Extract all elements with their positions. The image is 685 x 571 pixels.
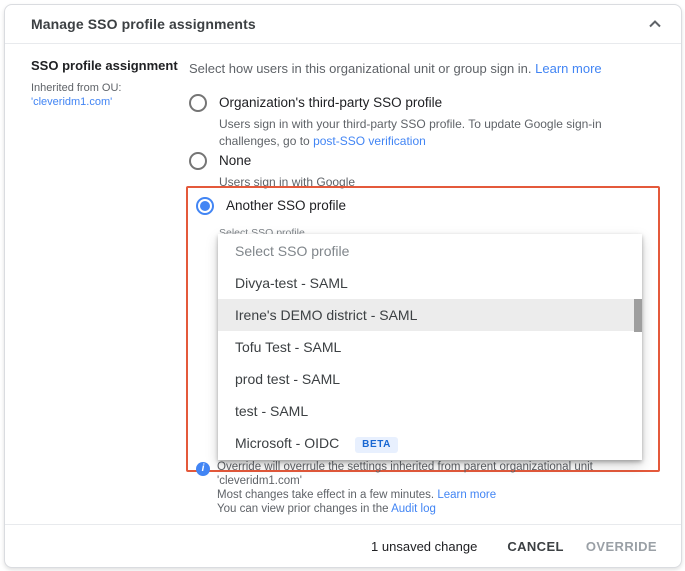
dropdown-item-highlighted[interactable]: Irene's DEMO district - SAML — [218, 299, 642, 331]
dropdown-item-placeholder[interactable]: Select SSO profile — [218, 235, 642, 267]
option-text: Organization's third-party SSO profile U… — [219, 94, 661, 150]
radio-selected-icon[interactable] — [196, 197, 214, 215]
sso-profile-dropdown: Select SSO profile Divya-test - SAML Ire… — [218, 234, 642, 460]
audit-log-link[interactable]: Audit log — [391, 503, 436, 515]
radio-option-another-sso[interactable]: Another SSO profile — [196, 197, 346, 215]
info-line-audit: You can view prior changes in the Audit … — [217, 502, 665, 516]
learn-more-link[interactable]: Learn more — [535, 61, 601, 76]
dropdown-item[interactable]: Tofu Test - SAML — [218, 331, 642, 363]
radio-unselected-icon[interactable] — [189, 94, 207, 112]
dropdown-item-label: Microsoft - OIDC — [235, 435, 340, 451]
intro-sentence: Select how users in this organizational … — [189, 61, 532, 76]
manage-sso-panel: Manage SSO profile assignments SSO profi… — [4, 4, 682, 568]
radio-option-org-sso[interactable]: Organization's third-party SSO profile U… — [189, 94, 664, 150]
info-line-override: Override will overrule the settings inhe… — [217, 461, 593, 487]
option-label: None — [219, 153, 252, 168]
collapse-button[interactable] — [643, 12, 667, 36]
inherited-ou-link[interactable]: 'cleveridm1.com' — [31, 95, 183, 109]
learn-more-link-2[interactable]: Learn more — [437, 489, 496, 501]
setting-label-column: SSO profile assignment Inherited from OU… — [31, 58, 183, 109]
chevron-up-icon — [643, 20, 667, 40]
intro-text: Select how users in this organizational … — [189, 61, 602, 76]
beta-badge: BETA — [355, 437, 399, 453]
post-sso-verification-link[interactable]: post-SSO verification — [313, 134, 426, 148]
dropdown-scrollbar[interactable] — [634, 299, 642, 332]
dropdown-item[interactable]: Microsoft - OIDC BETA — [218, 427, 642, 459]
dropdown-item[interactable]: Divya-test - SAML — [218, 267, 642, 299]
dropdown-item[interactable]: prod test - SAML — [218, 363, 642, 395]
info-icon: i — [196, 462, 210, 476]
info-line-changes-text: Most changes take effect in a few minute… — [217, 489, 435, 501]
dropdown-item[interactable]: test - SAML — [218, 395, 642, 427]
override-button[interactable]: OVERRIDE — [580, 531, 663, 562]
info-line-audit-text: You can view prior changes in the — [217, 503, 389, 515]
option-label: Organization's third-party SSO profile — [219, 95, 443, 110]
unsaved-changes-text: 1 unsaved change — [371, 538, 478, 554]
setting-name: SSO profile assignment — [31, 58, 178, 73]
cancel-button[interactable]: CANCEL — [501, 531, 570, 562]
option-label: Another SSO profile — [226, 198, 347, 213]
panel-header: Manage SSO profile assignments — [5, 5, 681, 44]
inherited-from-label: Inherited from OU: — [31, 82, 122, 94]
panel-title: Manage SSO profile assignments — [31, 16, 256, 32]
radio-unselected-icon[interactable] — [189, 152, 207, 170]
option-description: Users sign in with your third-party SSO … — [219, 116, 661, 150]
info-note: Override will overrule the settings inhe… — [217, 460, 665, 516]
panel-footer: 1 unsaved change CANCEL OVERRIDE — [5, 524, 681, 567]
info-line-changes: Most changes take effect in a few minute… — [217, 488, 665, 502]
